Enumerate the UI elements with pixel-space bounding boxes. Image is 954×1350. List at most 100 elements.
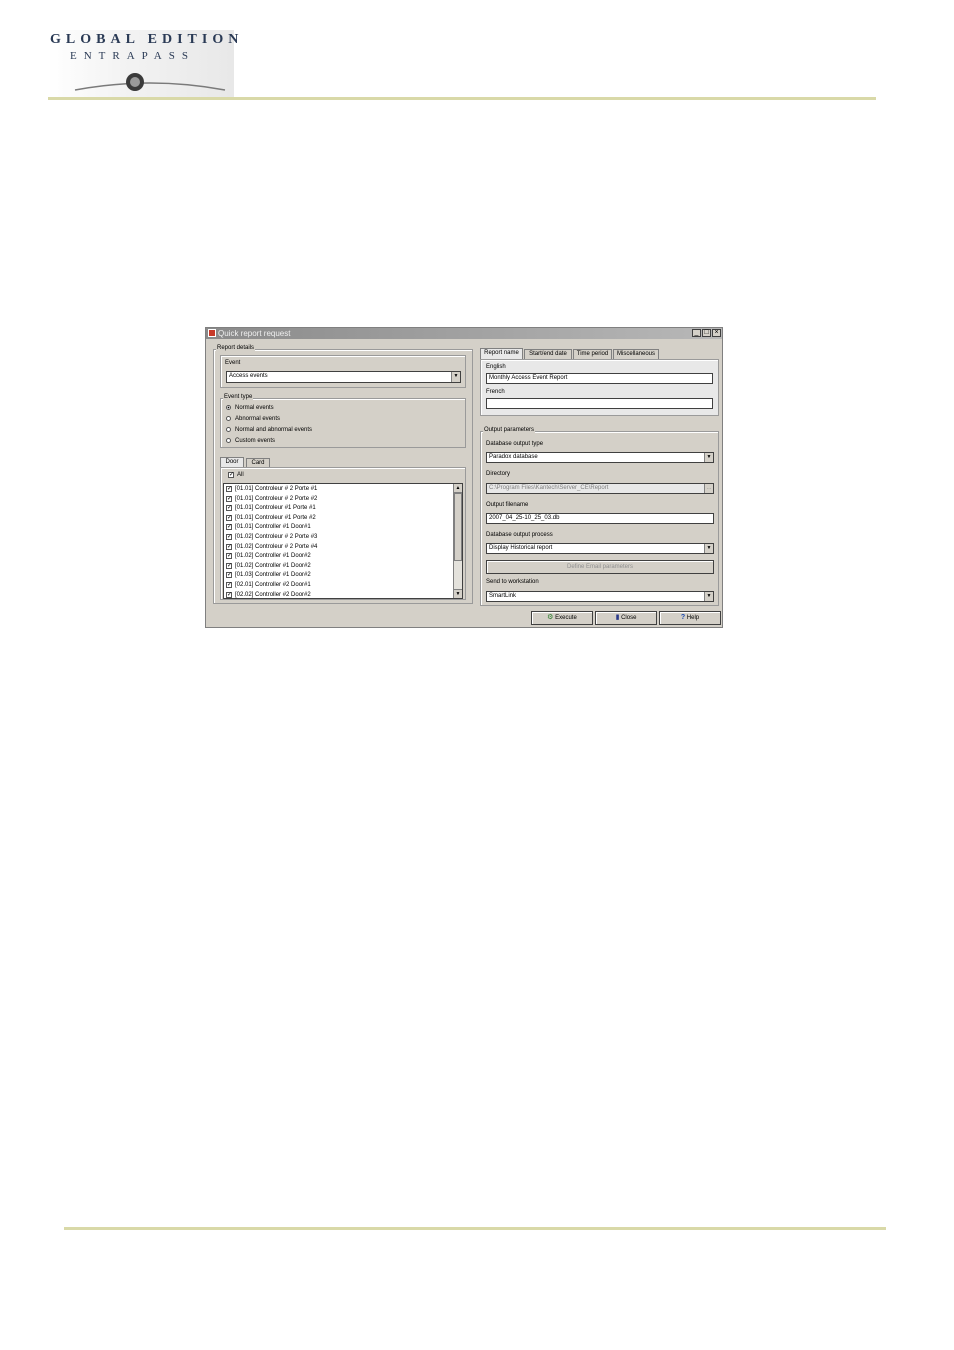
close-window-button[interactable]: × [712,329,721,337]
checkbox-icon[interactable]: ✓ [226,562,232,569]
list-item-label: [01.01] Controleur #1 Porte #1 [235,505,316,512]
french-label: French [486,389,505,395]
door-exit-icon: ▮ [615,614,620,621]
list-item[interactable]: ✓ [02.02] Controller #2 Door#2 [226,591,451,601]
list-item[interactable]: ✓ [01.01] Controller #1 Door#1 [226,523,451,533]
output-filename-label: Output filename [486,502,529,508]
checkbox-icon[interactable]: ✓ [226,553,232,560]
radio-icon[interactable] [226,405,231,410]
list-item[interactable]: ✓ [01.02] Controller #1 Door#2 [226,562,451,572]
output-filename-input[interactable]: 2007_04_25-10_25_03.db [486,513,714,524]
chevron-down-icon[interactable]: ▼ [704,544,713,553]
event-label: Event [225,360,241,366]
logo-subtitle: ENTRAPASS [70,50,195,62]
event-type-radio-list: Normal events Abnormal events Normal and… [226,404,456,448]
help-button[interactable]: ? Help [659,611,721,625]
list-item[interactable]: ✓ [01.03] Controller #1 Door#2 [226,571,451,581]
help-label: Help [686,615,700,621]
checkbox-icon[interactable]: ✓ [226,524,232,531]
directory-input[interactable]: C:\Program Files\Kantech\Server_CE\Repor… [486,483,714,494]
logo-swoosh-icon [74,73,226,91]
tab-report-name[interactable]: Report name [480,348,523,359]
checkbox-icon[interactable]: ✓ [226,505,232,512]
radio-normal-events[interactable]: Normal events [226,404,456,415]
radio-icon[interactable] [226,427,231,432]
door-list-scrollbar[interactable]: ▲ ▼ [453,484,462,598]
footer-rule [64,1227,886,1230]
list-item[interactable]: ✓ [01.02] Controleur # 2 Porte #3 [226,533,451,543]
list-item[interactable]: ✓ [01.01] Controleur # 2 Porte #1 [226,485,451,495]
db-output-type-select[interactable]: Paradox database ▼ [486,452,714,463]
list-item-label: [02.02] Controller #2 Door#2 [235,591,311,598]
checkbox-icon[interactable]: ✓ [226,581,232,588]
define-email-parameters-button[interactable]: Define Email parameters [486,560,714,574]
close-button[interactable]: ▮ Close [595,611,657,625]
chevron-down-icon[interactable]: ▼ [451,372,460,382]
directory-label: Directory [486,471,511,477]
list-item[interactable]: ✓ [01.02] Controller #1 Door#2 [226,552,451,562]
tab-miscellaneous[interactable]: Miscellaneous [613,349,659,359]
radio-label: Normal events [235,405,274,411]
all-checkbox[interactable]: ✓ [228,472,234,478]
list-item-label: [01.02] Controller #1 Door#2 [235,553,311,560]
browse-button[interactable]: … [704,484,713,493]
question-mark-icon: ? [680,614,686,621]
list-item[interactable]: ✓ [01.01] Controleur #1 Porte #2 [226,514,451,524]
list-item-label: [02.01] Controller #2 Door#1 [235,581,311,588]
tab-start-end-date[interactable]: Start/end date [524,349,572,359]
list-item-label: [01.03] Controller #1 Door#2 [235,572,311,579]
checkbox-icon[interactable]: ✓ [226,572,232,579]
execute-icon: ⚙ [547,614,554,621]
list-item-label: [01.01] Controleur # 2 Porte #1 [235,486,318,492]
list-item-label: [01.01] Controller #1 Door#1 [235,524,311,531]
french-name-input[interactable] [486,398,713,409]
english-label: English [486,364,506,370]
radio-label: Normal and abnormal events [235,427,313,433]
app-icon [208,329,216,337]
window-title: Quick report request [218,329,291,338]
list-item-label: [01.02] Controleur # 2 Porte #4 [235,543,318,550]
english-name-input[interactable]: Monthly Access Event Report [486,373,713,384]
list-item-label: [01.01] Controleur #1 Porte #2 [235,514,316,521]
output-parameters-label: Output parameters [483,427,536,434]
execute-label: Execute [555,615,577,621]
list-item-label: [01.02] Controleur # 2 Porte #3 [235,533,318,540]
send-to-workstation-select[interactable]: SmartLink ▼ [486,591,714,602]
checkbox-icon[interactable]: ✓ [226,591,232,598]
radio-abnormal-events[interactable]: Abnormal events [226,415,456,426]
send-to-workstation-value: SmartLink [489,593,517,599]
radio-icon[interactable] [226,416,231,421]
event-select-value: Access events [229,373,268,379]
event-select[interactable]: Access events ▼ [226,371,461,383]
maximize-button[interactable]: □ [702,329,711,337]
all-label: All [237,472,244,478]
minimize-button[interactable]: _ [692,329,701,337]
scroll-up-icon[interactable]: ▲ [454,484,462,493]
radio-icon[interactable] [226,438,231,443]
report-details-label: Report details [216,345,256,352]
scroll-down-icon[interactable]: ▼ [454,589,462,598]
list-item[interactable]: ✓ [01.02] Controleur # 2 Porte #4 [226,543,451,553]
list-item[interactable]: ✓ [02.01] Controller #2 Door#1 [226,581,451,591]
radio-normal-and-abnormal-events[interactable]: Normal and abnormal events [226,426,456,437]
radio-custom-events[interactable]: Custom events [226,437,456,448]
scroll-thumb[interactable] [454,493,462,561]
list-item[interactable]: ✓ [01.01] Controleur # 2 Porte #2 [226,495,451,505]
db-output-type-label: Database output type [486,441,544,447]
send-to-workstation-label: Send to workstation [486,579,539,585]
list-item[interactable]: ✓ [01.01] Controleur #1 Porte #1 [226,504,451,514]
checkbox-icon[interactable]: ✓ [226,533,232,540]
radio-label: Custom events [235,438,276,444]
checkbox-icon[interactable]: ✓ [226,543,232,550]
checkbox-icon[interactable]: ✓ [226,514,232,521]
db-output-type-value: Paradox database [489,454,538,460]
chevron-down-icon[interactable]: ▼ [704,592,713,601]
execute-button[interactable]: ⚙ Execute [531,611,593,625]
checkbox-icon[interactable]: ✓ [226,495,232,502]
tab-time-period[interactable]: Time period [573,349,612,359]
door-list: ✓ [01.01] Controleur # 2 Porte #1 ✓ [01.01… [223,483,463,599]
checkbox-icon[interactable]: ✓ [226,486,232,492]
db-output-process-select[interactable]: Display Historical report ▼ [486,543,714,554]
quick-report-window: Quick report request _ □ × Report detail… [205,327,723,628]
chevron-down-icon[interactable]: ▼ [704,453,713,462]
